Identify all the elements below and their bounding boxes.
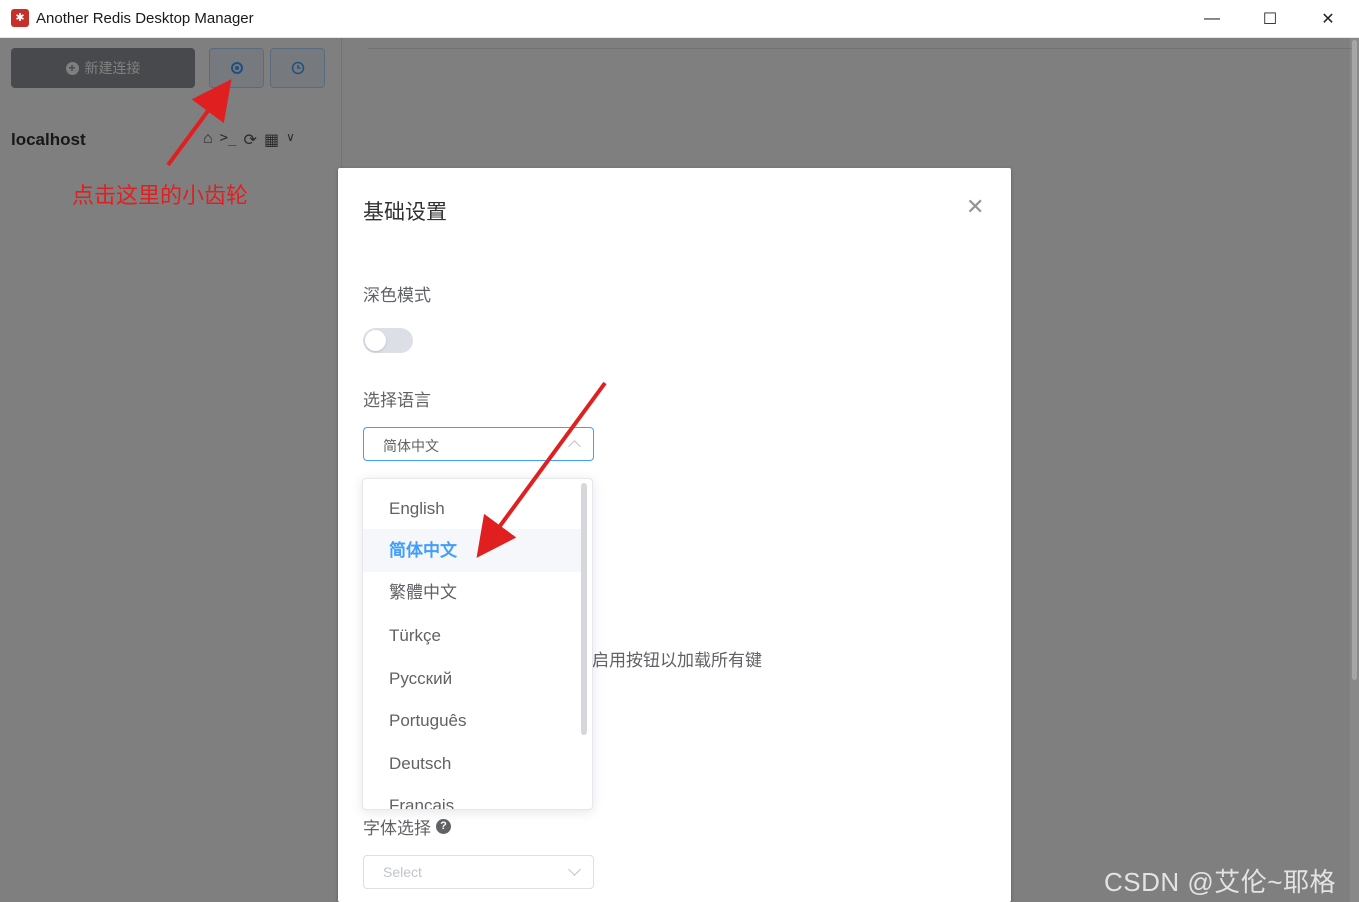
font-select-placeholder: Select: [383, 864, 422, 880]
page-scrollbar-thumb[interactable]: [1352, 40, 1357, 680]
language-option-turkish[interactable]: Türkçe: [363, 614, 585, 657]
language-option-german[interactable]: Deutsch: [363, 742, 585, 785]
close-window-button[interactable]: ✕: [1299, 0, 1357, 38]
language-option-zh-tw[interactable]: 繁體中文: [363, 571, 585, 614]
chevron-up-icon: [568, 440, 581, 453]
language-select-value: 简体中文: [383, 438, 439, 454]
help-icon[interactable]: ?: [436, 819, 451, 834]
maximize-button[interactable]: ☐: [1241, 0, 1299, 38]
dropdown-scrollbar[interactable]: [581, 483, 587, 735]
language-option-french[interactable]: Français: [363, 784, 585, 809]
language-option-russian[interactable]: Русский: [363, 657, 585, 700]
redis-app-icon: ✱: [11, 9, 29, 27]
chevron-down-icon: [568, 863, 581, 876]
language-dropdown: English 简体中文 繁體中文 Türkçe Русский Portugu…: [362, 478, 593, 810]
minimize-button[interactable]: —: [1183, 0, 1241, 38]
font-label: 字体选择 ?: [363, 814, 451, 839]
dialog-title: 基础设置: [363, 201, 447, 224]
window-titlebar: ✱ Another Redis Desktop Manager — ☐ ✕: [0, 0, 1359, 38]
font-label-text: 字体选择: [363, 819, 431, 838]
language-option-portuguese[interactable]: Português: [363, 699, 585, 742]
dark-mode-toggle-knob[interactable]: [365, 330, 386, 351]
language-label: 选择语言: [363, 391, 431, 410]
dark-mode-label: 深色模式: [363, 286, 431, 305]
csdn-watermark: CSDN @艾伦~耶格尔: [1104, 867, 1336, 897]
language-option-zh-cn[interactable]: 简体中文: [363, 529, 585, 572]
language-option-english[interactable]: English: [363, 487, 585, 530]
gear-hint-annotation: 点击这里的小齿轮: [72, 183, 249, 208]
close-icon[interactable]: ✕: [966, 196, 984, 218]
language-select[interactable]: 简体中文: [363, 427, 594, 461]
window-title: Another Redis Desktop Manager: [36, 10, 254, 27]
font-select[interactable]: Select: [363, 855, 594, 889]
load-all-keys-label: 启用按钮以加载所有键: [592, 651, 762, 670]
